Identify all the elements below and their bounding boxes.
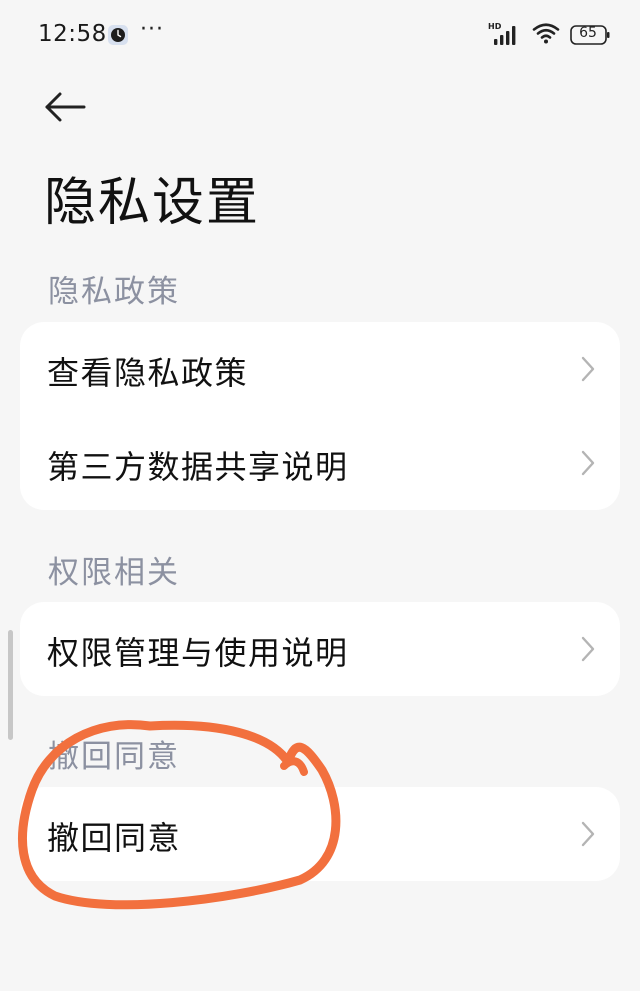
back-arrow-icon (44, 92, 88, 128)
privacy-policy-card: 查看隐私政策 第三方数据共享说明 (20, 322, 620, 510)
view-privacy-policy-item[interactable]: 查看隐私政策 (20, 322, 620, 416)
battery-level: 65 (579, 25, 597, 41)
battery-icon: 65 (570, 24, 610, 46)
status-more-indicator: ··· (140, 17, 164, 42)
withdraw-consent-card: 撤回同意 (20, 787, 620, 881)
wifi-icon (532, 22, 560, 48)
section-header-withdraw-consent: 撤回同意 (48, 739, 180, 775)
permission-management-item[interactable]: 权限管理与使用说明 (20, 602, 620, 696)
list-item-label: 权限管理与使用说明 (47, 634, 349, 672)
section-header-privacy-policy: 隐私政策 (48, 274, 180, 310)
chevron-right-icon (580, 355, 596, 383)
back-button[interactable] (44, 90, 88, 124)
clock-icon (108, 25, 128, 45)
list-item-label: 第三方数据共享说明 (47, 448, 349, 486)
chevron-right-icon (580, 449, 596, 477)
status-bar: 12:58 ··· HD 65 (0, 0, 640, 70)
list-item-label: 撤回同意 (47, 819, 182, 857)
section-header-permissions: 权限相关 (48, 555, 180, 591)
scroll-indicator[interactable] (8, 630, 13, 740)
list-item-label: 查看隐私政策 (47, 354, 249, 392)
status-icons: HD 65 (488, 22, 610, 48)
withdraw-consent-item[interactable]: 撤回同意 (20, 787, 620, 881)
chevron-right-icon (580, 635, 596, 663)
chevron-right-icon (580, 820, 596, 848)
signal-icon: HD (488, 22, 522, 47)
permissions-card: 权限管理与使用说明 (20, 602, 620, 696)
third-party-data-sharing-item[interactable]: 第三方数据共享说明 (20, 416, 620, 510)
status-time: 12:58 (38, 21, 107, 47)
page-title: 隐私设置 (44, 173, 261, 233)
